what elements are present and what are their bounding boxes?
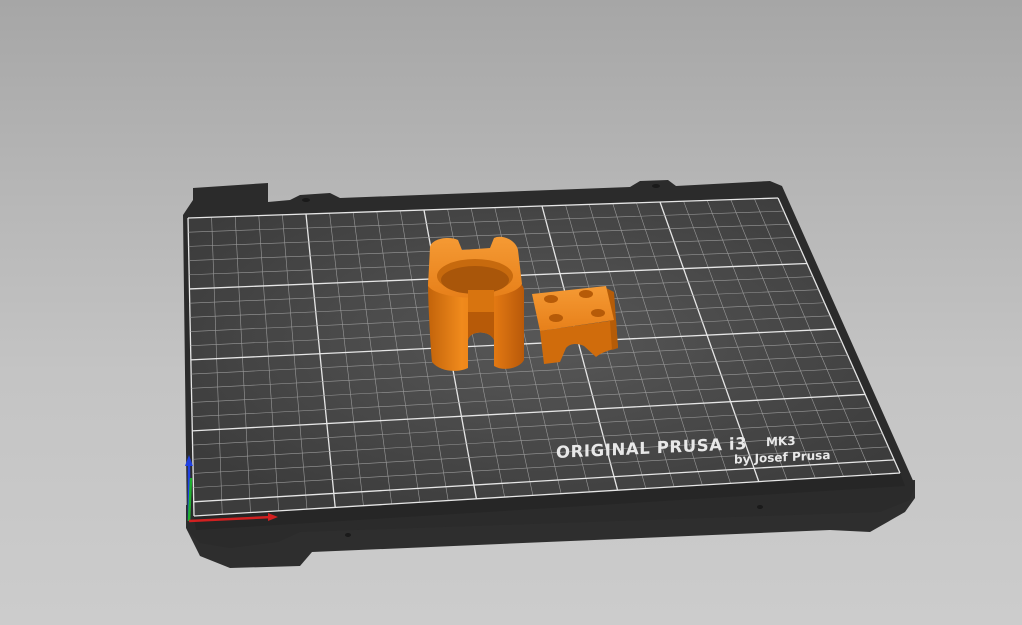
block-hole	[544, 295, 558, 303]
mount-hole	[345, 533, 351, 537]
bed-model-text: MK3	[766, 434, 796, 449]
block-hole	[591, 309, 605, 317]
block-hole	[549, 314, 563, 322]
mount-hole	[757, 505, 763, 509]
clip-bore-inner	[441, 266, 509, 294]
clip-opening	[468, 290, 494, 312]
mount-hole	[652, 184, 660, 188]
block-hole	[579, 290, 593, 298]
3d-viewport[interactable]: ORIGINAL PRUSA i3 MK3 by Josef Prusa	[0, 0, 1022, 625]
mount-hole	[302, 198, 310, 202]
print-bed[interactable]: ORIGINAL PRUSA i3 MK3 by Josef Prusa	[183, 180, 915, 568]
